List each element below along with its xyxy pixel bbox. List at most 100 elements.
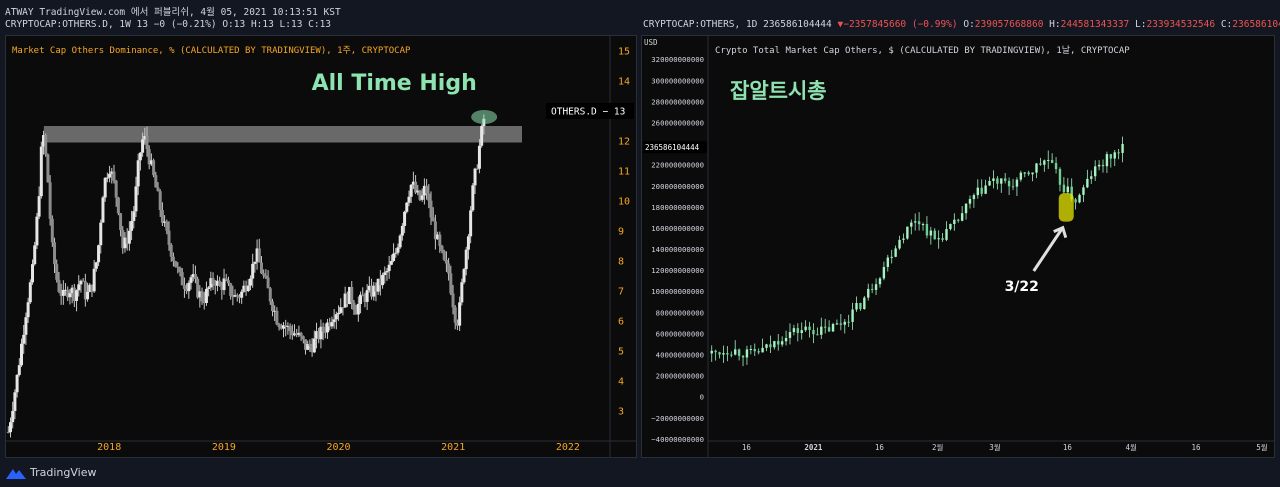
right-candle-body — [1043, 160, 1046, 165]
right-candle-body — [726, 353, 729, 355]
left-candle-body — [469, 210, 473, 237]
right-candle-body — [800, 330, 803, 334]
right-candle-body — [1097, 164, 1101, 167]
right-chart-title: Crypto Total Market Cap Others, $ (CALCU… — [715, 45, 1130, 56]
right-candle-body — [714, 350, 717, 353]
left-candle-body — [75, 290, 79, 301]
left-candle-body — [389, 260, 393, 265]
right-candle-body — [1000, 178, 1003, 184]
right-candle-body — [1093, 166, 1097, 177]
left-candle-body — [141, 139, 145, 153]
right-y-tick: 40000000000 — [656, 351, 704, 360]
right-candle-body — [741, 355, 745, 358]
right-candle-body — [929, 230, 933, 236]
right-candle-body — [1003, 178, 1007, 181]
left-candle-body — [33, 245, 37, 265]
left-candle-body — [77, 284, 81, 291]
left-candle-body — [246, 285, 250, 292]
right-candle-body — [867, 288, 870, 298]
right-candle-body — [710, 350, 713, 354]
left-price-label-text: OTHERS.D − 13 — [551, 107, 625, 118]
left-candle-body — [460, 282, 464, 303]
tradingview-footer[interactable]: TradingView — [6, 466, 96, 479]
right-candle-body — [878, 278, 882, 285]
right-candle-body — [780, 341, 784, 345]
left-candle-body — [112, 171, 116, 181]
left-candle-body — [403, 211, 407, 226]
left-chart-panel[interactable]: Market Cap Others Dominance, % (CALCULAT… — [5, 35, 637, 458]
right-x-tick: 16 — [742, 443, 752, 452]
left-candle-body — [392, 253, 396, 261]
right-candle-body — [1105, 154, 1109, 167]
arrow-icon — [1032, 226, 1064, 272]
left-candle-body — [103, 177, 107, 198]
left-candle-body — [204, 288, 208, 303]
right-x-tick: 4월 — [1125, 442, 1137, 452]
left-candle-body — [407, 196, 411, 203]
right-candle-body — [757, 351, 760, 353]
left-candle-body — [330, 322, 334, 327]
left-candle-body — [420, 195, 424, 200]
left-candle-body — [92, 268, 96, 292]
left-candle-body — [440, 245, 444, 252]
right-chart-svg[interactable]: Crypto Total Market Cap Others, $ (CALCU… — [642, 36, 1274, 457]
left-candle-body — [449, 273, 453, 294]
left-candle-body — [429, 200, 433, 218]
right-candle-body — [1101, 164, 1105, 167]
left-chart-svg[interactable]: Market Cap Others Dominance, % (CALCULAT… — [6, 36, 636, 457]
left-candle-body — [145, 135, 149, 150]
right-candle-body — [1023, 172, 1026, 174]
left-candle-body — [46, 154, 50, 183]
left-candle-body — [458, 302, 462, 326]
left-candle-body — [299, 332, 303, 337]
right-candle-body — [773, 341, 776, 348]
right-candle-body — [855, 302, 858, 310]
left-candle-body — [48, 182, 52, 219]
left-candle-body — [365, 290, 369, 302]
left-candle-body — [464, 249, 468, 270]
left-candle-body — [171, 256, 175, 262]
right-candle-body — [988, 180, 991, 186]
left-candle-body — [453, 307, 457, 323]
right-candle-body — [808, 326, 811, 330]
ohlc-o-value: 239057668860 — [974, 19, 1044, 30]
left-candle-body — [174, 261, 178, 267]
right-x-tick: 16 — [1192, 443, 1202, 452]
left-x-tick: 2019 — [212, 442, 236, 453]
left-candle-body — [127, 230, 131, 244]
left-candle-body — [130, 221, 134, 231]
left-candle-body — [308, 343, 312, 347]
left-candle-body — [158, 191, 162, 211]
left-candle-body — [218, 280, 222, 286]
right-chart-panel[interactable]: Crypto Total Market Cap Others, $ (CALCU… — [641, 35, 1275, 458]
right-candle-body — [777, 341, 780, 345]
tradingview-logo-icon — [6, 468, 26, 479]
right-candle-body — [992, 178, 995, 181]
left-y-tick: 11 — [618, 167, 630, 178]
left-candle-body — [427, 193, 431, 201]
right-candle-body — [882, 266, 886, 279]
left-candle-body — [44, 135, 48, 155]
left-candle-body — [394, 252, 398, 254]
right-candle-body — [730, 354, 733, 356]
left-y-tick: 8 — [618, 257, 624, 268]
left-candle-body — [207, 287, 211, 289]
right-candle-body — [851, 309, 854, 322]
right-candle-body — [761, 347, 764, 353]
left-candle-body — [94, 262, 98, 269]
right-candle-body — [886, 257, 890, 267]
left-candle-body — [442, 251, 446, 260]
left-x-tick: 2021 — [441, 442, 465, 453]
left-candle-body — [475, 168, 479, 170]
left-candle-body — [277, 324, 281, 328]
right-candle-body — [1011, 186, 1015, 188]
left-candle-body — [97, 245, 101, 263]
left-candle-body — [105, 177, 109, 179]
left-candle-body — [477, 145, 481, 169]
ohlc-c-value: 236586104444 — [1232, 19, 1280, 30]
left-candle-body — [20, 343, 24, 366]
left-candle-body — [6, 432, 10, 433]
left-candle-body — [211, 278, 215, 285]
right-candle-body — [1007, 180, 1011, 187]
left-candle-body — [235, 294, 239, 297]
